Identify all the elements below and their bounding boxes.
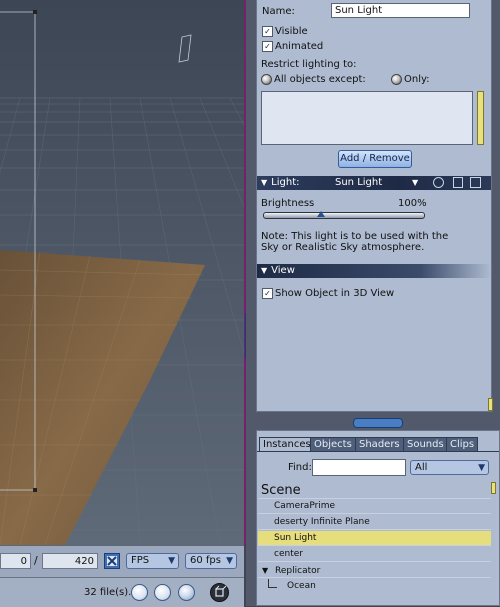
scene-header: Scene	[261, 483, 301, 498]
tab-instances[interactable]: Instances	[259, 437, 315, 451]
chevron-down-icon[interactable]: ▼	[412, 176, 418, 190]
browser-panel: Instances Objects Shaders Sounds Clips F…	[256, 430, 500, 606]
collapse-triangle-icon: ▼	[261, 178, 268, 187]
tab-shaders[interactable]: Shaders	[355, 437, 404, 451]
list-item-label: Replicator	[275, 566, 321, 576]
only-radio[interactable]	[391, 74, 402, 85]
list-item-label: center	[274, 549, 303, 559]
light-gear-icon[interactable]	[433, 177, 444, 188]
filter-select[interactable]: All ▼	[410, 460, 489, 475]
timeline-bar: 0 / 420 FPS ▼ 60 fps ▼	[0, 545, 244, 578]
brightness-value: 100%	[398, 198, 427, 209]
status-bar: 32 file(s).	[0, 577, 244, 607]
name-label: Name:	[262, 6, 295, 17]
fps-unit-value: FPS	[131, 555, 150, 566]
filter-select-value: All	[415, 462, 428, 473]
list-item[interactable]: ▼ Replicator	[258, 563, 491, 578]
tab-divider	[257, 451, 499, 452]
light-section-label: Light:	[271, 177, 300, 188]
tab-objects[interactable]: Objects	[310, 437, 356, 451]
file-count-text: 32 file(s).	[84, 587, 132, 598]
status-circle-button-1[interactable]	[131, 584, 148, 601]
status-circle-button-2[interactable]	[154, 584, 171, 601]
tab-sounds[interactable]: Sounds	[403, 437, 448, 451]
all-objects-except-label: All objects except:	[274, 74, 366, 85]
animated-label: Animated	[275, 41, 324, 52]
visible-checkbox[interactable]: ✓	[262, 26, 273, 37]
end-frame-field[interactable]: 420	[42, 553, 98, 569]
animated-checkbox[interactable]: ✓	[262, 41, 273, 52]
list-item-label: deserty Infinite Plane	[274, 517, 370, 527]
show-object-label: Show Object in 3D View	[275, 288, 395, 299]
list-item[interactable]: deserty Infinite Plane	[258, 515, 491, 530]
restrict-list-scrollbar[interactable]	[477, 91, 484, 145]
note-line-1: Note: This light is to be used with the	[261, 231, 449, 242]
restrict-object-list[interactable]	[261, 91, 473, 145]
3d-viewport[interactable]	[0, 0, 244, 545]
properties-panel: Name: Sun Light ✓ Visible ✓ Animated Res…	[256, 0, 493, 412]
show-object-checkbox[interactable]: ✓	[262, 288, 273, 299]
collapse-triangle-icon: ▼	[261, 266, 268, 275]
list-item[interactable]: Ocean	[258, 579, 491, 594]
viewport-scene	[0, 0, 244, 545]
add-remove-button[interactable]: Add / Remove	[338, 150, 412, 168]
frame-separator: /	[34, 554, 38, 567]
tab-clips[interactable]: Clips	[446, 437, 479, 451]
tree-connector-icon	[268, 579, 277, 588]
view-section-header[interactable]: ▼ View	[257, 264, 491, 278]
light-type-value[interactable]: Sun Light	[335, 176, 382, 190]
list-item-label: Sun Light	[274, 533, 317, 543]
save-preset-icon[interactable]	[453, 177, 463, 188]
list-item-selected[interactable]: Sun Light	[258, 531, 491, 546]
all-objects-except-radio[interactable]	[261, 74, 272, 85]
fps-unit-select[interactable]: FPS ▼	[126, 553, 179, 569]
restrict-lighting-label: Restrict lighting to:	[261, 59, 357, 70]
loop-toggle-icon[interactable]	[104, 553, 120, 569]
find-input[interactable]	[312, 459, 406, 476]
list-item-label: CameraPrime	[274, 501, 336, 511]
list-item[interactable]: center	[258, 547, 491, 562]
status-circle-button-3[interactable]	[178, 584, 195, 601]
visible-label: Visible	[275, 26, 308, 37]
expand-triangle-icon[interactable]: ▼	[258, 566, 268, 575]
brightness-slider-handle[interactable]	[317, 211, 325, 217]
browser-scrollbar[interactable]	[491, 482, 496, 494]
note-line-2: Sky or Realistic Sky atmosphere.	[261, 242, 425, 253]
fps-rate-select[interactable]: 60 fps ▼	[185, 553, 237, 569]
current-frame-field[interactable]: 0	[0, 553, 31, 569]
brightness-slider[interactable]	[263, 212, 425, 219]
light-section-header[interactable]: ▼ Light: Sun Light ▼	[257, 176, 491, 190]
name-input[interactable]: Sun Light	[331, 3, 470, 18]
find-label: Find:	[288, 462, 312, 473]
only-label: Only:	[404, 74, 430, 85]
view-section-label: View	[271, 265, 295, 276]
chevron-down-icon: ▼	[478, 463, 485, 473]
load-preset-icon[interactable]	[470, 177, 481, 188]
panel-splitter-handle[interactable]	[353, 418, 403, 428]
chevron-down-icon: ▼	[168, 556, 175, 566]
chevron-down-icon: ▼	[226, 556, 233, 566]
brightness-label: Brightness	[261, 198, 315, 209]
list-item-label: Ocean	[287, 581, 316, 591]
render-icon[interactable]	[210, 583, 229, 602]
fps-rate-value: 60 fps	[190, 555, 221, 566]
list-item[interactable]: CameraPrime	[258, 499, 491, 514]
properties-scrollbar[interactable]	[488, 398, 493, 411]
